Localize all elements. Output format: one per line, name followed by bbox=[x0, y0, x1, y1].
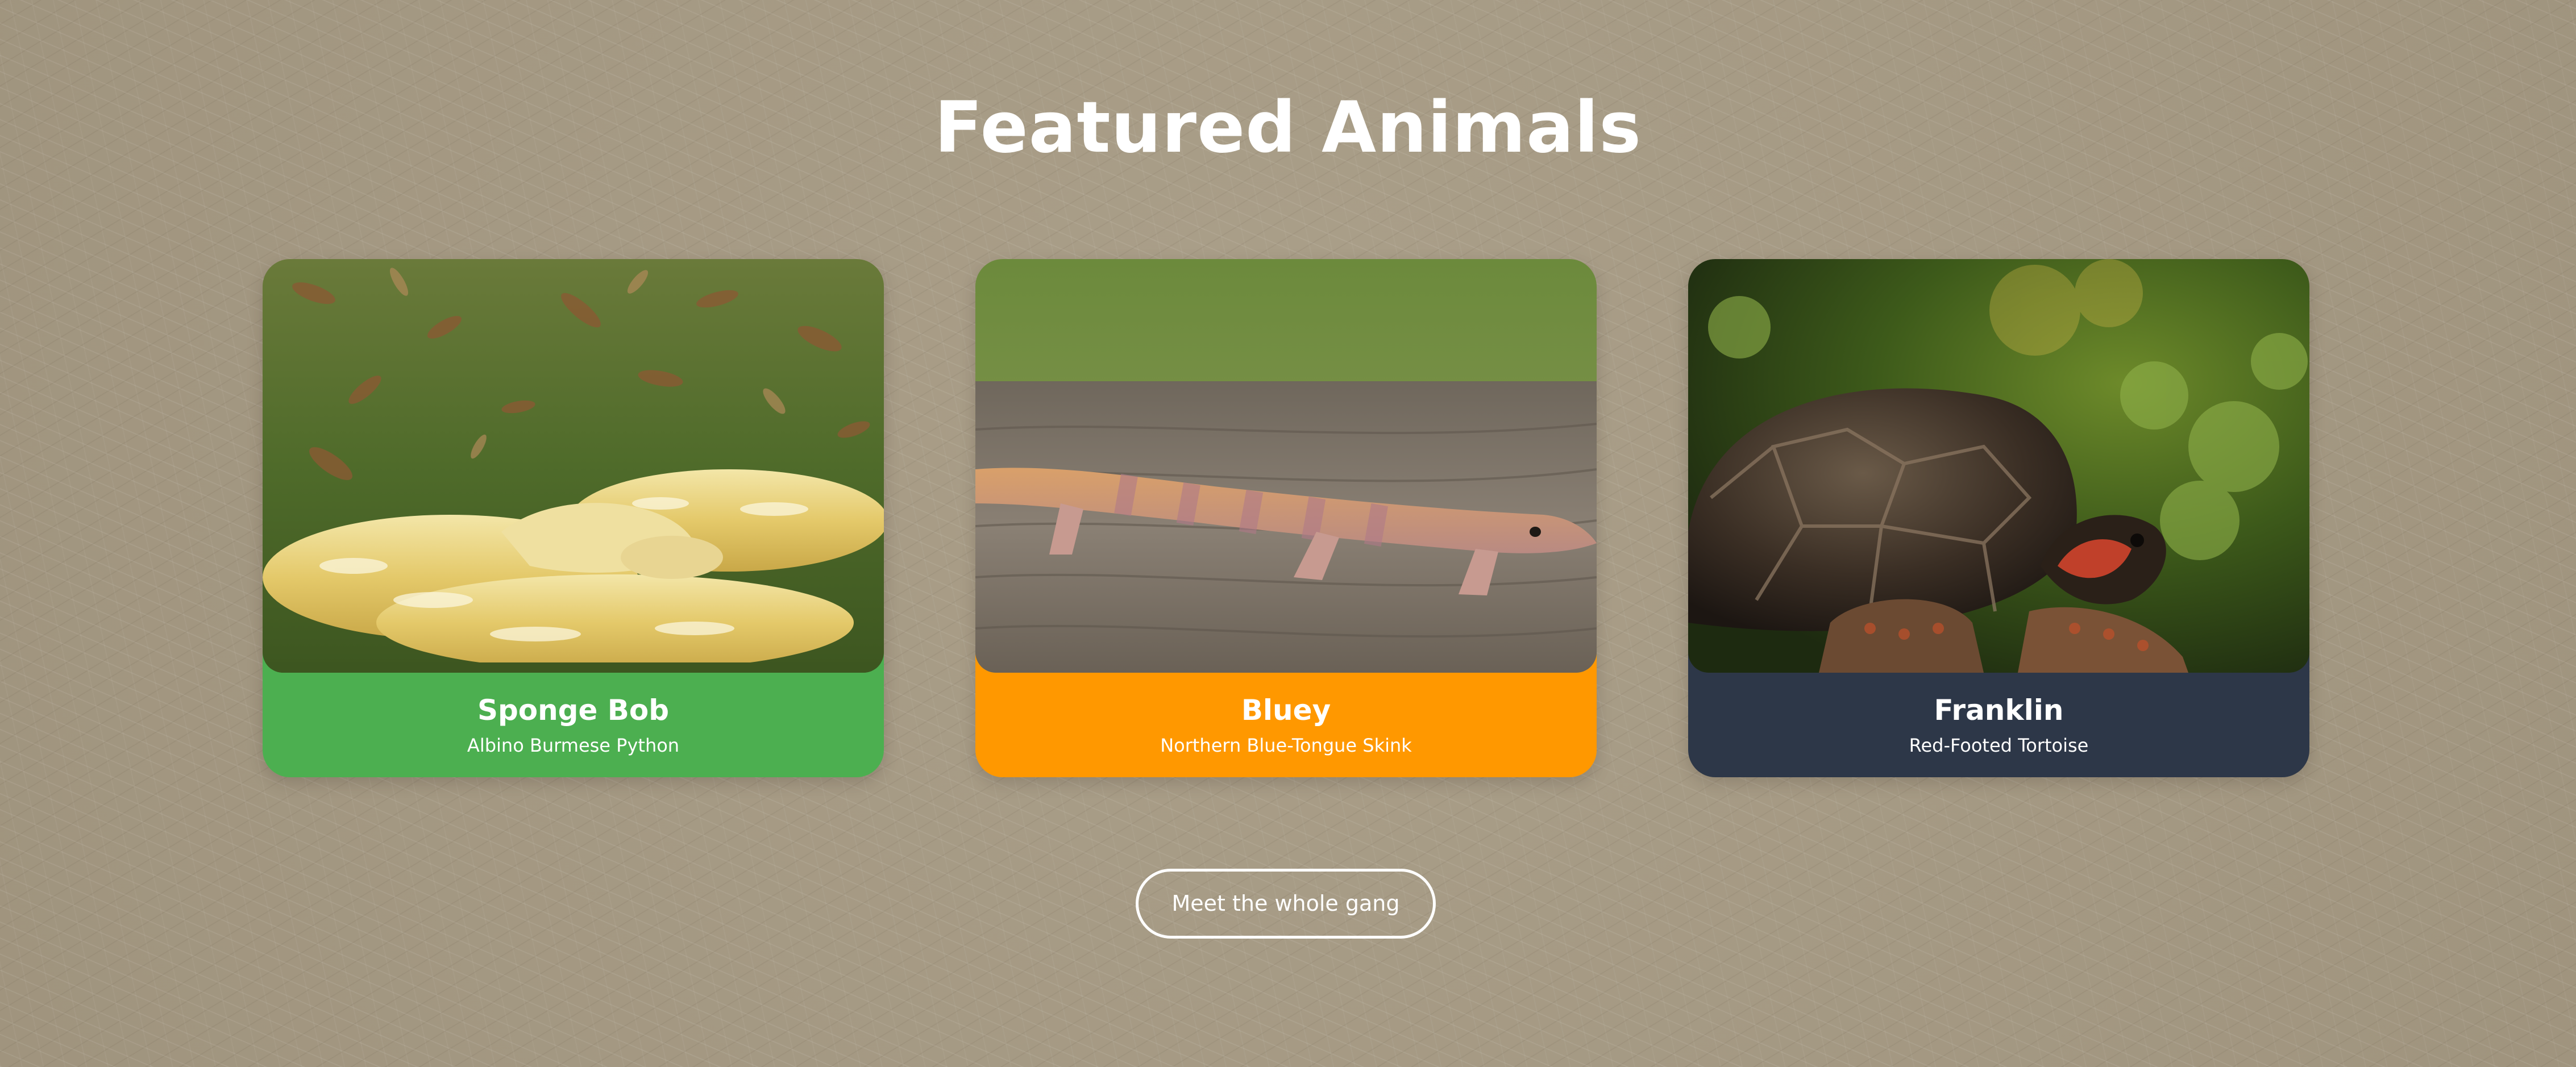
animal-photo-python bbox=[263, 259, 884, 673]
animal-name: Franklin bbox=[1934, 694, 2064, 727]
animal-species: Albino Burmese Python bbox=[467, 735, 680, 756]
animal-photo-tortoise bbox=[1688, 259, 2309, 673]
animal-name: Sponge Bob bbox=[477, 694, 670, 727]
animal-card-sponge-bob[interactable]: Sponge Bob Albino Burmese Python bbox=[263, 259, 884, 777]
animal-photo-skink bbox=[975, 259, 1597, 673]
animal-name: Bluey bbox=[1241, 694, 1331, 727]
meet-the-whole-gang-button[interactable]: Meet the whole gang bbox=[1136, 869, 1436, 939]
animal-species: Northern Blue-Tongue Skink bbox=[1160, 735, 1412, 756]
animal-card-bluey[interactable]: Bluey Northern Blue-Tongue Skink bbox=[975, 259, 1597, 777]
section-title: Featured Animals bbox=[934, 87, 1642, 169]
animal-species: Red-Footed Tortoise bbox=[1909, 735, 2089, 756]
animal-card-franklin[interactable]: Franklin Red-Footed Tortoise bbox=[1688, 259, 2309, 777]
